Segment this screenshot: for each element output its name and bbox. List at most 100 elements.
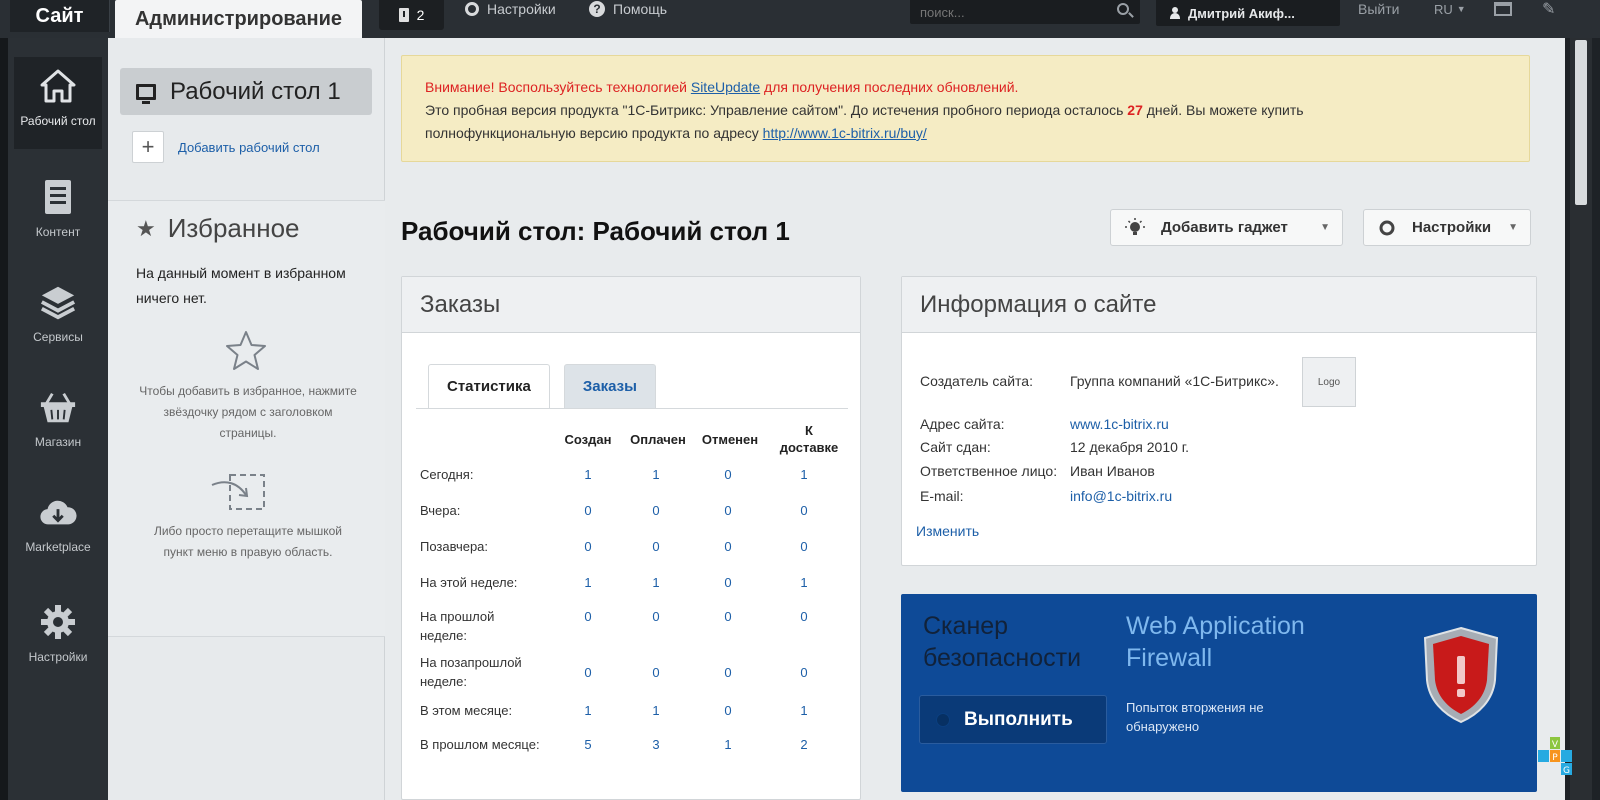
pin-icon[interactable]: ✎ <box>1542 0 1555 18</box>
orders-tabs: Статистика Заказы <box>428 364 656 408</box>
desktop-settings-button[interactable]: Настройки ▼ <box>1363 209 1531 246</box>
row-value[interactable]: 1 <box>568 701 608 720</box>
tab-orders[interactable]: Заказы <box>563 364 656 408</box>
indicator-icon <box>936 712 950 727</box>
nav-item-services[interactable]: Сервисы <box>14 273 102 365</box>
notice-warning-tail: для получения последних обновлений. <box>764 79 1019 95</box>
chevron-down-icon: ▼ <box>1508 222 1518 233</box>
row-value[interactable]: 1 <box>784 573 824 592</box>
row-value[interactable]: 0 <box>708 573 748 592</box>
run-scan-button[interactable]: Выполнить <box>919 695 1107 744</box>
favorites-hint-drag: Либо просто перетащите мышкой пункт меню… <box>153 524 343 559</box>
add-gadget-label: Добавить гаджет <box>1161 219 1288 236</box>
email-link[interactable]: info@1c-bitrix.ru <box>1070 488 1172 504</box>
row-value[interactable]: 0 <box>708 663 748 682</box>
row-value[interactable]: 0 <box>708 537 748 556</box>
search-icon[interactable] <box>1117 3 1129 15</box>
nav-item-desktop[interactable]: Рабочий стол <box>14 57 102 149</box>
siteupdate-link[interactable]: SiteUpdate <box>691 79 760 95</box>
logout-link[interactable]: Выйти <box>1358 0 1399 18</box>
row-value[interactable]: 1 <box>568 465 608 484</box>
row-value[interactable]: 2 <box>784 735 824 754</box>
row-value[interactable]: 0 <box>784 607 824 626</box>
row-value[interactable]: 1 <box>636 701 676 720</box>
delivered-label: Сайт сдан: <box>920 439 991 455</box>
col-to-delivery: К доставке <box>779 423 839 455</box>
language-label: RU <box>1434 1 1453 17</box>
row-value[interactable]: 0 <box>784 663 824 682</box>
row-value[interactable]: 1 <box>636 573 676 592</box>
add-desktop-label: Добавить рабочий стол <box>178 139 320 155</box>
orders-panel: Заказы Статистика Заказы Создан Оплачен … <box>401 276 861 800</box>
main-area: Внимание! Воспользуйтесь технологией Sit… <box>385 38 1565 800</box>
admin-tab[interactable]: Администрирование <box>115 0 362 38</box>
edit-site-info-link[interactable]: Изменить <box>916 523 979 539</box>
row-value[interactable]: 0 <box>636 501 676 520</box>
nav-label-shop: Магазин <box>34 435 82 449</box>
row-value[interactable]: 5 <box>568 735 608 754</box>
update-notice: Внимание! Воспользуйтесь технологией Sit… <box>401 55 1530 162</box>
notifications-button[interactable]: 2 <box>379 0 444 30</box>
row-value[interactable]: 0 <box>708 607 748 626</box>
search-input[interactable] <box>910 0 1140 24</box>
nav-item-marketplace[interactable]: Marketplace <box>14 483 102 575</box>
creator-label: Создатель сайта: <box>920 373 1033 389</box>
row-label: На прошлой неделе: <box>420 609 495 643</box>
top-settings-link[interactable]: Настройки <box>465 0 556 18</box>
address-link[interactable]: www.1c-bitrix.ru <box>1070 416 1169 432</box>
nav-item-settings[interactable]: Настройки <box>14 593 102 685</box>
row-value[interactable]: 1 <box>568 573 608 592</box>
window-icon[interactable] <box>1494 2 1512 16</box>
user-name: Дмитрий Акиф... <box>1188 5 1295 21</box>
row-value[interactable]: 3 <box>636 735 676 754</box>
language-selector[interactable]: RU ▼ <box>1434 0 1466 18</box>
row-value[interactable]: 0 <box>708 465 748 484</box>
scrollbar-thumb[interactable] <box>1575 40 1587 205</box>
chevron-down-icon: ▼ <box>1320 222 1330 233</box>
row-value[interactable]: 0 <box>568 501 608 520</box>
row-value[interactable]: 0 <box>636 537 676 556</box>
row-label: Позавчера: <box>420 539 489 554</box>
desktop-1-button[interactable]: Рабочий стол 1 <box>120 68 372 115</box>
row-value[interactable]: 1 <box>708 735 748 754</box>
row-label: На позапрошлой неделе: <box>420 655 522 689</box>
row-value[interactable]: 0 <box>568 607 608 626</box>
user-icon <box>1170 7 1180 19</box>
col-created: Создан <box>564 432 612 447</box>
row-value[interactable]: 0 <box>708 501 748 520</box>
star-outline-icon <box>226 331 266 370</box>
row-value[interactable]: 0 <box>636 663 676 682</box>
top-help-link[interactable]: ? Помощь <box>589 0 667 18</box>
row-label: Вчера: <box>420 503 461 518</box>
favorites-empty-text: На данный момент в избранном ничего нет. <box>136 265 346 306</box>
home-icon <box>39 67 77 105</box>
row-value[interactable]: 0 <box>784 501 824 520</box>
favorites-title: ★ Избранное <box>136 213 300 244</box>
row-value[interactable]: 0 <box>784 537 824 556</box>
responsible-label: Ответственное лицо: <box>920 463 1058 479</box>
run-scan-label: Выполнить <box>964 708 1073 730</box>
add-gadget-button[interactable]: Добавить гаджет ▼ <box>1110 209 1343 246</box>
nav-item-shop[interactable]: Магазин <box>14 378 102 470</box>
row-value[interactable]: 1 <box>636 465 676 484</box>
row-value[interactable]: 0 <box>568 663 608 682</box>
row-value[interactable]: 0 <box>708 701 748 720</box>
buy-link[interactable]: http://www.1c-bitrix.ru/buy/ <box>763 125 927 141</box>
lightbulb-icon <box>1125 217 1145 235</box>
nav-label-services: Сервисы <box>33 330 83 344</box>
waf-title: Web Application Firewall <box>1126 612 1305 672</box>
shield-alert-icon <box>1423 626 1499 724</box>
nav-item-content[interactable]: Контент <box>14 168 102 260</box>
site-tab[interactable]: Сайт <box>10 0 110 32</box>
row-value[interactable]: 0 <box>568 537 608 556</box>
notification-icon <box>398 8 409 22</box>
row-label: Сегодня: <box>420 467 474 482</box>
tab-statistics[interactable]: Статистика <box>428 364 550 408</box>
row-value[interactable]: 1 <box>784 701 824 720</box>
basket-icon <box>39 388 77 426</box>
user-menu[interactable]: Дмитрий Акиф... <box>1156 0 1340 26</box>
add-desktop-button[interactable]: + Добавить рабочий стол <box>132 131 320 163</box>
row-value[interactable]: 1 <box>784 465 824 484</box>
notice-buy-text: полнофункциональную версию продукта по а… <box>425 125 759 141</box>
row-value[interactable]: 0 <box>636 607 676 626</box>
